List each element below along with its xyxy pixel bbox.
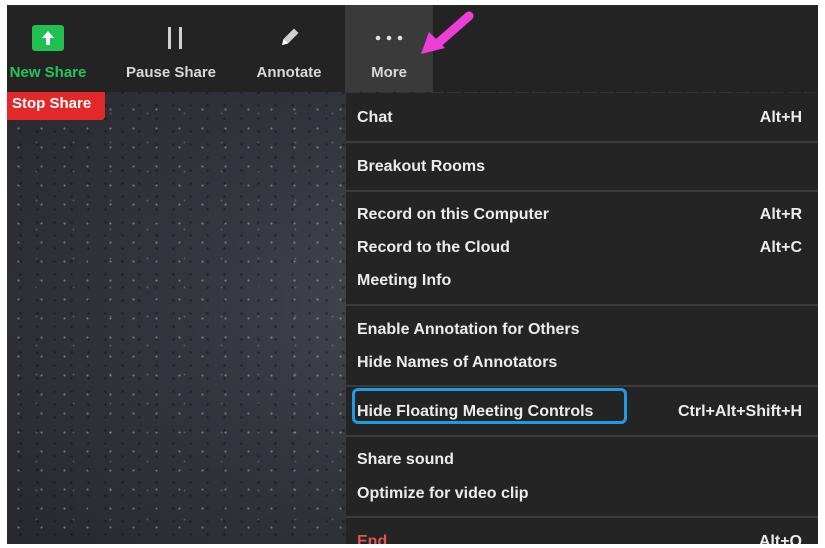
menu-divider	[346, 385, 818, 387]
menu-item-label: End	[357, 533, 388, 544]
menu-item-label: Record to the Cloud	[357, 239, 510, 256]
annotate-label: Annotate	[256, 64, 322, 81]
shortcut-hint: Alt+Q	[758, 533, 802, 544]
menu-item-label: Optimize for video clip	[357, 485, 529, 502]
menu-item-record-cloud[interactable]: Record to the Cloud Alt+C	[357, 233, 802, 263]
ellipsis-icon	[375, 35, 403, 41]
menu-divider	[346, 516, 818, 518]
shared-screen-background: New Share Pause Share Annotate More Stop…	[7, 5, 818, 544]
menu-item-hide-floating-controls[interactable]: Hide Floating Meeting Controls Ctrl+Alt+…	[357, 397, 802, 427]
menu-item-chat[interactable]: Chat Alt+H	[357, 103, 802, 133]
arrow-up-icon	[32, 25, 64, 51]
menu-item-label: Meeting Info	[357, 272, 452, 289]
menu-divider	[346, 190, 818, 192]
menu-item-label: Record on this Computer	[357, 206, 550, 223]
menu-item-share-sound[interactable]: Share sound	[357, 445, 802, 475]
pencil-icon	[282, 28, 299, 45]
menu-item-optimize-video[interactable]: Optimize for video clip	[357, 479, 802, 509]
menu-item-label: Enable Annotation for Others	[357, 321, 580, 338]
menu-item-end[interactable]: End Alt+Q	[357, 527, 802, 544]
stop-share-button[interactable]: Stop Share	[7, 92, 105, 120]
menu-divider	[346, 304, 818, 306]
menu-item-label: Hide Names of Annotators	[357, 354, 558, 371]
menu-item-label: Chat	[357, 109, 393, 126]
shortcut-hint: Alt+R	[759, 206, 802, 223]
shortcut-hint: Alt+C	[759, 239, 802, 256]
menu-divider	[346, 435, 818, 437]
menu-item-record-computer[interactable]: Record on this Computer Alt+R	[357, 200, 802, 230]
pointer-arrow-icon	[421, 11, 474, 54]
menu-item-label: Breakout Rooms	[357, 158, 486, 175]
more-options-menu: Chat Alt+H Breakout Rooms Record on this…	[346, 93, 818, 544]
shortcut-hint: Ctrl+Alt+Shift+H	[677, 403, 802, 420]
more-label: More	[371, 64, 407, 81]
menu-item-label: Hide Floating Meeting Controls	[357, 403, 594, 420]
annotate-button[interactable]: Annotate	[247, 5, 331, 92]
new-share-button[interactable]: New Share	[7, 5, 89, 92]
shortcut-hint: Alt+H	[759, 109, 802, 126]
floating-share-toolbar: New Share Pause Share Annotate More	[7, 5, 818, 92]
menu-item-meeting-info[interactable]: Meeting Info	[357, 266, 802, 296]
pause-share-button[interactable]: Pause Share	[121, 5, 221, 92]
pause-icon	[168, 27, 182, 49]
menu-item-label: Share sound	[357, 451, 454, 468]
pause-share-label: Pause Share	[125, 64, 217, 81]
menu-item-enable-annotation[interactable]: Enable Annotation for Others	[357, 315, 802, 345]
menu-divider	[346, 141, 818, 143]
new-share-label: New Share	[9, 64, 87, 81]
menu-item-breakout-rooms[interactable]: Breakout Rooms	[357, 152, 802, 182]
menu-item-hide-annotator-names[interactable]: Hide Names of Annotators	[357, 348, 802, 378]
